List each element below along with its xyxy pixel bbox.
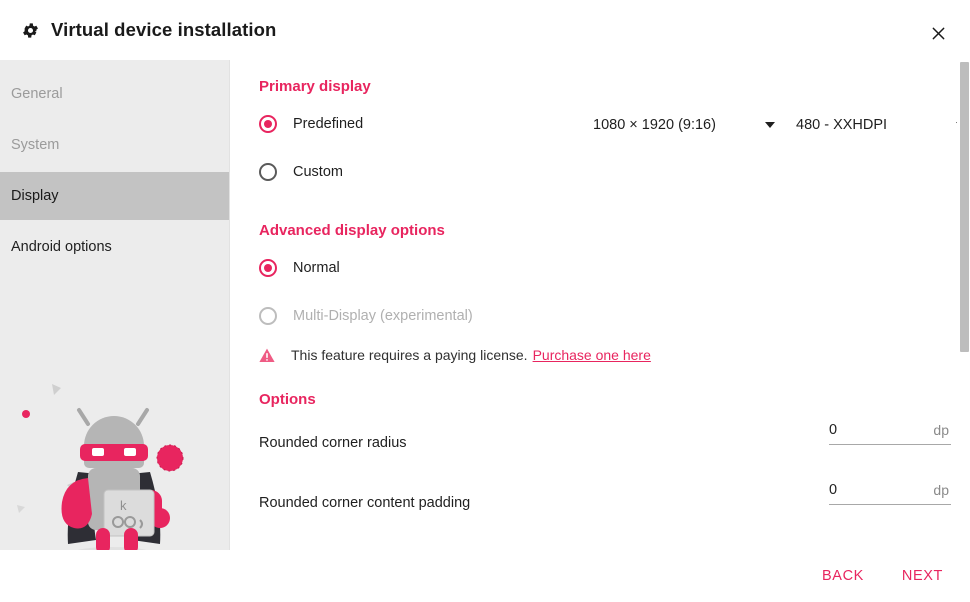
- rounded-corner-content-padding-input[interactable]: [829, 481, 899, 498]
- title-group: Virtual device installation: [0, 19, 276, 41]
- rounded-corner-content-padding-field[interactable]: dp: [829, 475, 951, 505]
- radio-predefined[interactable]: Predefined: [259, 112, 363, 136]
- sidebar-item-label: General: [11, 86, 63, 102]
- sidebar-item-label: Android options: [11, 239, 112, 255]
- license-warning-text: This feature requires a paying license.: [291, 347, 528, 363]
- radio-custom-label: Custom: [293, 164, 343, 180]
- warning-triangle-icon: [259, 348, 275, 363]
- rounded-corner-radius-input[interactable]: [829, 421, 899, 438]
- title-bar: Virtual device installation: [0, 0, 970, 60]
- settings-content-panel: Primary display Predefined 1080 × 1920 (…: [231, 60, 970, 550]
- rounded-corner-content-padding-unit: dp: [933, 481, 949, 498]
- content-scrollbar-thumb[interactable]: [960, 62, 969, 352]
- density-dropdown[interactable]: 480 - XXHDPI: [796, 111, 966, 139]
- page-title: Virtual device installation: [51, 19, 277, 40]
- dialog-footer: BACK NEXT: [0, 550, 970, 602]
- section-title-primary-display: Primary display: [259, 78, 371, 95]
- section-title-advanced-display-options: Advanced display options: [259, 222, 445, 239]
- radio-multi-display-indicator: [259, 307, 277, 325]
- radio-multi-display[interactable]: Multi-Display (experimental): [259, 304, 473, 328]
- rounded-corner-radius-unit: dp: [933, 421, 949, 438]
- radio-normal-indicator: [259, 259, 277, 277]
- content-scrollbar-track[interactable]: [957, 60, 970, 550]
- gear-icon: [21, 21, 40, 40]
- sidebar-item-label: Display: [11, 188, 59, 204]
- radio-predefined-label: Predefined: [293, 116, 364, 132]
- sidebar-item-label: System: [11, 137, 60, 153]
- svg-text:k: k: [120, 498, 127, 513]
- option-label-rounded-corner-radius: Rounded corner radius: [259, 435, 407, 451]
- radio-normal-label: Normal: [293, 260, 340, 276]
- radio-custom[interactable]: Custom: [259, 160, 343, 184]
- rounded-corner-radius-field[interactable]: dp: [829, 415, 951, 445]
- sidebar: General System Display Android options k: [0, 60, 230, 550]
- resolution-dropdown[interactable]: 1080 × 1920 (9:16): [593, 111, 775, 139]
- next-button[interactable]: NEXT: [894, 562, 951, 590]
- sidebar-item-system[interactable]: System: [0, 121, 229, 169]
- license-warning: This feature requires a paying license. …: [259, 345, 651, 365]
- android-robot-mascot-illustration: k: [0, 350, 229, 550]
- purchase-license-link[interactable]: Purchase one here: [533, 347, 651, 363]
- section-title-options: Options: [259, 391, 316, 408]
- sidebar-item-android-options[interactable]: Android options: [0, 223, 229, 271]
- resolution-dropdown-value: 1080 × 1920 (9:16): [593, 117, 716, 133]
- back-button[interactable]: BACK: [814, 562, 872, 590]
- option-label-rounded-corner-content-padding: Rounded corner content padding: [259, 495, 471, 511]
- radio-normal[interactable]: Normal: [259, 256, 340, 280]
- chevron-down-icon: [765, 122, 775, 128]
- radio-predefined-indicator: [259, 115, 277, 133]
- sidebar-item-general[interactable]: General: [0, 70, 229, 118]
- sidebar-item-display[interactable]: Display: [0, 172, 229, 220]
- close-icon: [931, 26, 946, 41]
- radio-custom-indicator: [259, 163, 277, 181]
- close-button[interactable]: [924, 19, 952, 47]
- virtual-device-installation-dialog: Virtual device installation General Syst…: [0, 0, 970, 602]
- radio-multi-display-label: Multi-Display (experimental): [293, 308, 473, 324]
- density-dropdown-value: 480 - XXHDPI: [796, 117, 888, 133]
